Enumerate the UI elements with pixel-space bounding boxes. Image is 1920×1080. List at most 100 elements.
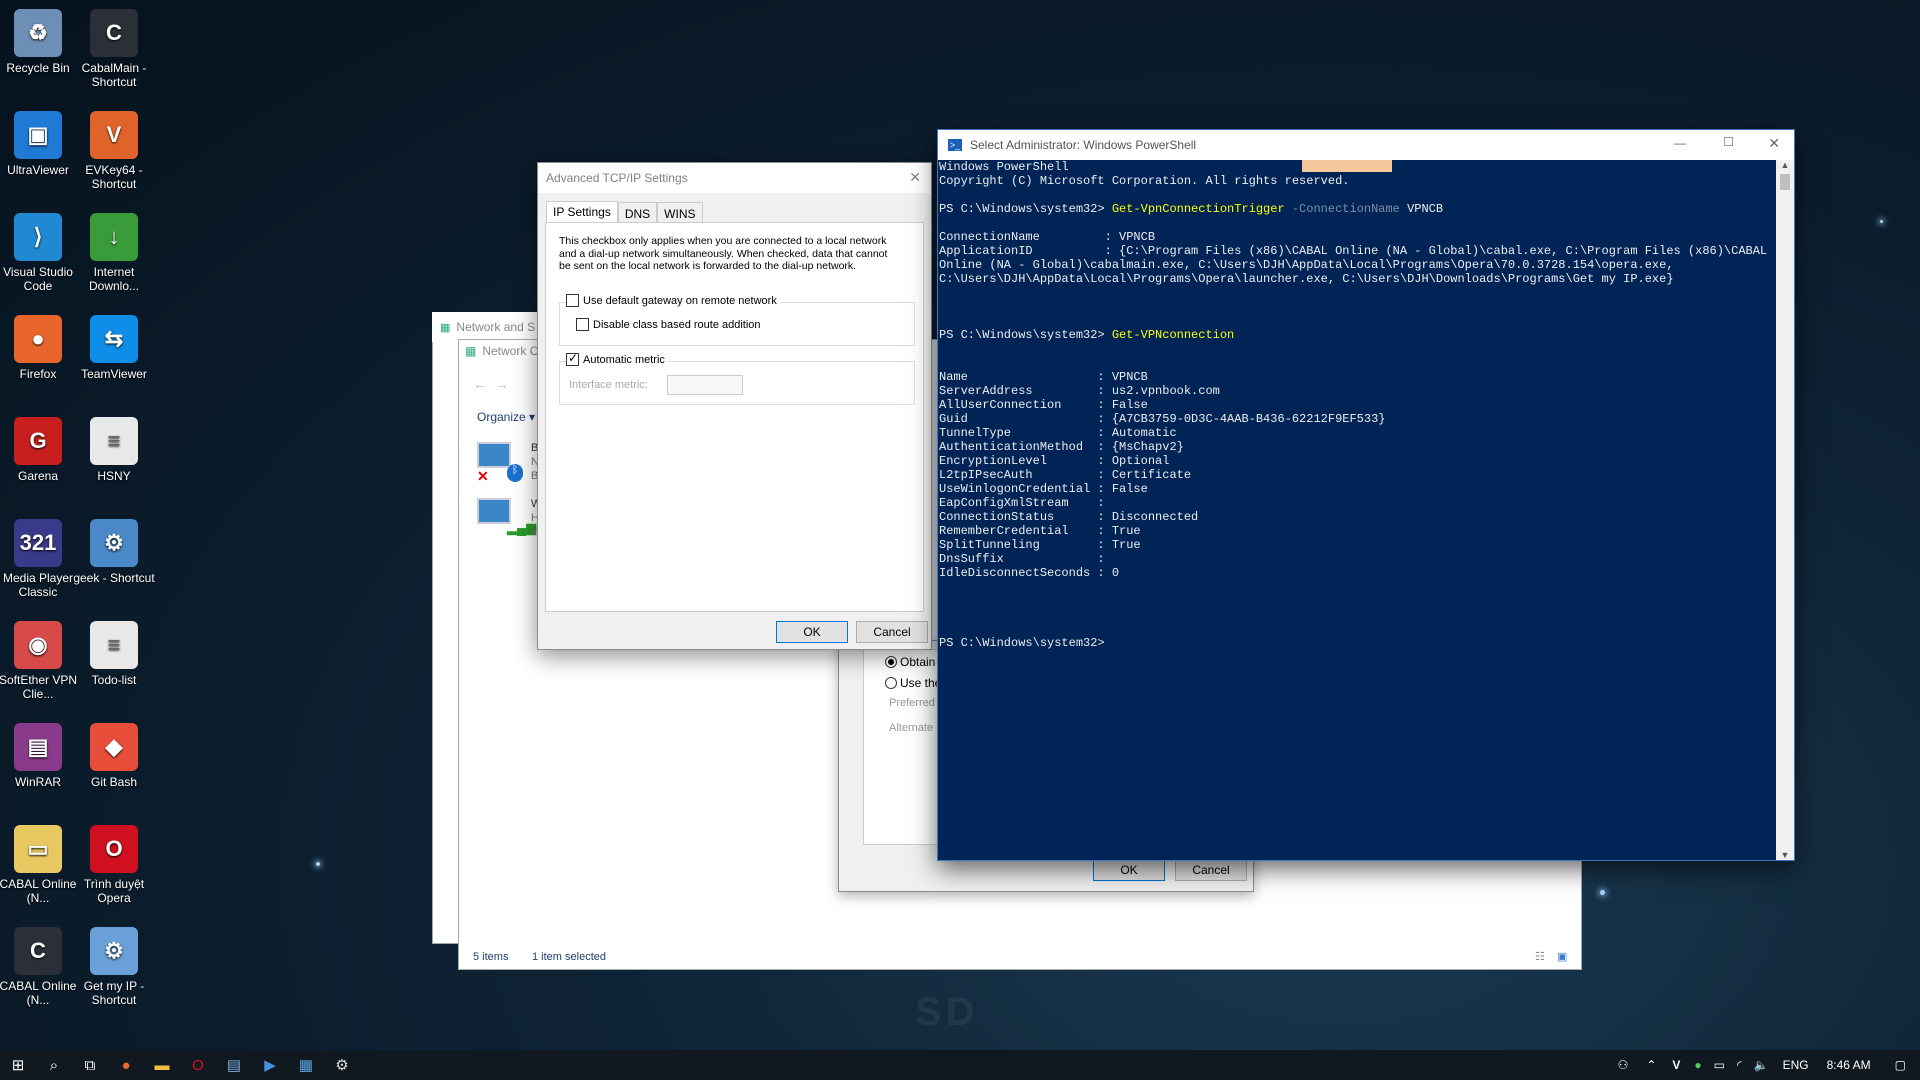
- ipv4-cancel-button[interactable]: Cancel: [1175, 859, 1247, 881]
- cabal-icon: C: [14, 927, 62, 975]
- desktop-icon[interactable]: ▭ CABAL Online (N...: [0, 819, 81, 905]
- connection-item-bluetooth[interactable]: ✕ ᛒ Bl N Bl: [477, 442, 541, 484]
- scroll-thumb[interactable]: [1780, 174, 1790, 190]
- ime-indicator[interactable]: V: [1672, 1058, 1680, 1072]
- tcpip-ok-button[interactable]: OK: [776, 621, 848, 643]
- advanced-tcpip-dialog: Advanced TCP/IP Settings ✕ IP Settings D…: [537, 162, 932, 650]
- console-line: PS C:\Windows\system32> Get-VPNconnectio…: [939, 328, 1235, 342]
- tcpip-titlebar[interactable]: Advanced TCP/IP Settings ✕: [538, 163, 931, 193]
- network-sharing-titlebar[interactable]: ▦ Network and S: [432, 312, 542, 342]
- desktop-icon[interactable]: ▣ UltraViewer: [0, 105, 81, 177]
- desktop-icon[interactable]: ≡ HSNY: [71, 411, 157, 483]
- maximize-icon[interactable]: ☐: [1723, 135, 1734, 149]
- desktop-icon[interactable]: ⇆ TeamViewer: [71, 309, 157, 381]
- use-dns-radio[interactable]: Use the: [885, 676, 941, 690]
- desktop-icon-label: Firefox: [19, 367, 57, 381]
- powershell-title: Select Administrator: Windows PowerShell: [970, 138, 1197, 152]
- desktop-icon-label: Get my IP - Shortcut: [83, 979, 145, 1007]
- desktop-icon[interactable]: O Trình duyệt Opera: [71, 819, 157, 905]
- desktop-icon[interactable]: ♻ Recycle Bin: [0, 3, 81, 75]
- language-indicator[interactable]: ENG: [1783, 1058, 1809, 1072]
- powershell-taskbar-icon[interactable]: ▶: [252, 1050, 288, 1080]
- address-bar[interactable]: ▦ Network C: [465, 344, 538, 358]
- preferred-dns-label: Preferred: [889, 697, 935, 709]
- minimize-icon[interactable]: —: [1674, 136, 1686, 150]
- scroll-down-icon[interactable]: ▼: [1776, 850, 1794, 860]
- firefox-taskbar-icon[interactable]: ●: [108, 1050, 144, 1080]
- checkbox-box: [566, 351, 579, 366]
- obtain-dns-radio[interactable]: Obtain: [885, 655, 935, 669]
- powershell-console[interactable]: Windows PowerShell Copyright (C) Microsof…: [938, 160, 1776, 860]
- powershell-icon: >_: [948, 139, 962, 151]
- desktop-icon[interactable]: V EVKey64 - Shortcut: [71, 105, 157, 191]
- use-default-gateway-checkbox[interactable]: Use default gateway on remote network: [566, 294, 780, 307]
- console-line: Guid : {A7CB3759-0D3C-4AAB-B436-62212F9E…: [939, 412, 1386, 426]
- battery-icon[interactable]: ▭: [1714, 1058, 1725, 1072]
- task-view-icon[interactable]: ⧉: [72, 1050, 108, 1080]
- desktop-icon[interactable]: G Garena: [0, 411, 81, 483]
- powershell-scrollbar[interactable]: ▲ ▼: [1776, 160, 1794, 860]
- network-taskbar-icon[interactable]: ▦: [288, 1050, 324, 1080]
- desktop-icon[interactable]: ≡ Todo-list: [71, 615, 157, 687]
- desktop-icon[interactable]: C CabalMain - Shortcut: [71, 3, 157, 89]
- desktop-icon-label: CABAL Online (N...: [0, 877, 77, 905]
- desktop-icon[interactable]: ◉ SoftEther VPN Clie...: [0, 615, 81, 701]
- console-line: SplitTunneling : True: [939, 538, 1141, 552]
- organize-menu[interactable]: Organize ▾: [477, 410, 535, 424]
- close-icon[interactable]: ✕: [1768, 135, 1780, 152]
- console-line: AllUserConnection : False: [939, 398, 1148, 412]
- forward-arrow-icon[interactable]: →: [495, 376, 509, 392]
- monitor-icon: [477, 498, 511, 524]
- automatic-metric-checkbox[interactable]: Automatic metric: [566, 351, 668, 366]
- console-line: EapConfigXmlStream :: [939, 496, 1105, 510]
- settings-taskbar-icon[interactable]: ⚙: [324, 1050, 360, 1080]
- gateway-description: This checkbox only applies when you are …: [559, 235, 888, 272]
- desktop-icon[interactable]: ⟩ Visual Studio Code: [0, 207, 81, 293]
- scroll-up-icon[interactable]: ▲: [1776, 160, 1794, 170]
- checkbox-box: [576, 318, 589, 331]
- powershell-titlebar[interactable]: >_ Select Administrator: Windows PowerSh…: [938, 130, 1794, 160]
- disable-class-route-label: Disable class based route addition: [593, 318, 761, 331]
- desktop-icon[interactable]: ⚙ Get my IP - Shortcut: [71, 921, 157, 1007]
- desktop-icon[interactable]: 321 Media Player Classic: [0, 513, 81, 599]
- desktop-icon[interactable]: ↓ Internet Downlo...: [71, 207, 157, 293]
- desktop-icon[interactable]: C CABAL Online (N...: [0, 921, 81, 1007]
- desktop-icon[interactable]: ● Firefox: [0, 309, 81, 381]
- garena-icon: G: [14, 417, 62, 465]
- disable-class-route-checkbox[interactable]: Disable class based route addition: [576, 318, 761, 331]
- interface-metric-input[interactable]: [667, 375, 743, 395]
- notification-icon[interactable]: ▢: [1895, 1058, 1906, 1072]
- wifi-icon[interactable]: ◜: [1737, 1058, 1742, 1072]
- notepad-taskbar-icon[interactable]: ▤: [216, 1050, 252, 1080]
- desktop-icon[interactable]: ⚙ geek - Shortcut: [71, 513, 157, 585]
- desktop-icon[interactable]: ▤ WinRAR: [0, 717, 81, 789]
- close-icon[interactable]: ✕: [909, 169, 921, 186]
- connection-item-wifi[interactable]: ▂▄▆ W H In: [477, 498, 541, 538]
- back-arrow-icon[interactable]: ←: [473, 376, 487, 392]
- clock[interactable]: 8:46 AM: [1827, 1058, 1871, 1072]
- chevron-up-icon[interactable]: ⌃: [1646, 1058, 1656, 1072]
- desktop-icon-label: Todo-list: [91, 673, 137, 687]
- people-icon[interactable]: ⚇: [1618, 1058, 1629, 1072]
- details-view-icon[interactable]: ☷: [1535, 950, 1545, 963]
- console-line: ConnectionName : VPNCB: [939, 230, 1156, 244]
- tcpip-cancel-button[interactable]: Cancel: [856, 621, 928, 643]
- desktop-icon[interactable]: ◆ Git Bash: [71, 717, 157, 789]
- opera-taskbar-icon[interactable]: O: [180, 1050, 216, 1080]
- tray-app-icon[interactable]: ●: [1694, 1058, 1701, 1072]
- file-explorer-icon[interactable]: ▬: [144, 1050, 180, 1080]
- interface-metric-label: Interface metric:: [569, 379, 648, 391]
- search-icon[interactable]: ⌕: [36, 1050, 72, 1080]
- volume-icon[interactable]: 🔈: [1754, 1058, 1769, 1072]
- start-button[interactable]: ⊞: [0, 1050, 36, 1080]
- system-tray: ⚇ ⌃ V ● ▭ ◜ 🔈 ENG 8:46 AM ▢: [1608, 1050, 1920, 1080]
- tiles-view-icon[interactable]: ▣: [1557, 950, 1567, 963]
- teamviewer-icon: ⇆: [90, 315, 138, 363]
- ipv4-ok-button[interactable]: OK: [1093, 859, 1165, 881]
- desktop-icon-label: WinRAR: [14, 775, 61, 789]
